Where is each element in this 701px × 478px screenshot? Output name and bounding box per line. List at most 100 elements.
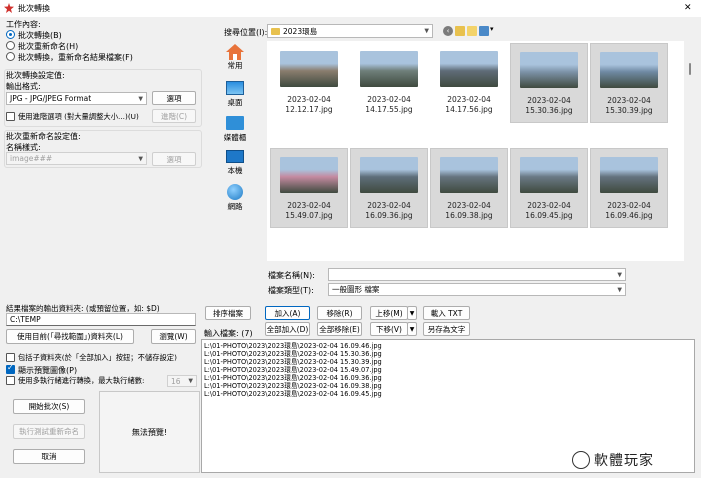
radio-batch-convert-label: 批次轉換(B) <box>18 31 62 40</box>
thumbnail-filename: 16.09.38.jpg <box>445 211 493 220</box>
output-folder-input[interactable]: C:\TEMP <box>6 313 196 326</box>
list-item[interactable]: L:\01-PHOTO\2023\2023環島\2023-02-04 15.30… <box>204 350 692 358</box>
move-down-button[interactable]: 下移(V) <box>370 322 408 336</box>
file-thumbnail[interactable]: 2023-02-04 14.17.55.jpg <box>350 43 428 123</box>
file-thumbnail[interactable]: 2023-02-04 15.30.39.jpg <box>590 43 668 123</box>
network-icon <box>227 184 243 200</box>
place-computer[interactable]: 本機 <box>209 150 261 176</box>
close-icon[interactable]: ✕ <box>684 3 692 13</box>
library-icon <box>226 116 244 130</box>
remove-button[interactable]: 移除(R) <box>317 306 362 320</box>
look-in-value: 2023環島 <box>283 26 318 36</box>
thread-count-select[interactable]: 16 ▼ <box>167 375 197 387</box>
thumbnail-caption: 2023-02-04 15.49.07.jpg <box>285 201 332 221</box>
file-thumbnail[interactable]: 2023-02-04 12.12.17.jpg <box>270 43 348 123</box>
watermark-logo-icon <box>572 451 590 469</box>
list-item[interactable]: L:\01-PHOTO\2023\2023環島\2023-02-04 16.09… <box>204 382 692 390</box>
file-thumbnail[interactable]: 2023-02-04 16.09.36.jpg <box>350 148 428 228</box>
thumbnail-filename: 16.09.46.jpg <box>605 211 653 220</box>
remove-all-button[interactable]: 全部移除(E) <box>317 322 362 336</box>
thumbnail-image <box>360 157 418 193</box>
filetype-label: 檔案類型(T): <box>268 286 314 295</box>
file-thumbnail[interactable]: 2023-02-04 16.09.46.jpg <box>590 148 668 228</box>
file-thumbnail[interactable]: 2023-02-04 16.09.38.jpg <box>430 148 508 228</box>
thumbnail-caption: 2023-02-04 16.09.46.jpg <box>605 201 652 221</box>
add-button[interactable]: 加入(A) <box>265 306 310 320</box>
thumbnail-image <box>520 52 578 88</box>
thumbnail-filename: 15.49.07.jpg <box>285 211 333 220</box>
rename-options-button[interactable]: 選項 <box>152 152 196 166</box>
radio-batch-rename[interactable] <box>6 41 15 50</box>
name-pattern-select[interactable]: image### ▼ <box>6 152 147 165</box>
file-thumbnail[interactable]: 2023-02-04 14.17.56.jpg <box>430 43 508 123</box>
move-down-dropdown[interactable]: ▼ <box>407 322 417 336</box>
file-view[interactable]: 2023-02-04 12.12.17.jpg 2023-02-04 14.17.55… <box>267 41 684 261</box>
radio-convert-and-rename[interactable] <box>6 52 15 61</box>
add-all-button[interactable]: 全部加入(D) <box>265 322 310 336</box>
thumbnail-date: 2023-02-04 <box>447 95 491 104</box>
advanced-button[interactable]: 進階(C) <box>152 109 196 123</box>
back-icon[interactable]: ‹ <box>443 26 453 36</box>
move-up-dropdown[interactable]: ▼ <box>407 306 417 320</box>
view-menu-icon[interactable] <box>479 26 489 36</box>
thread-count-value: 16 <box>171 376 181 386</box>
advanced-options-label: 使用進階選項 (對大量調整大小...)(U) <box>18 112 139 121</box>
list-item[interactable]: L:\01-PHOTO\2023\2023環島\2023-02-04 15.49… <box>204 366 692 374</box>
thumbnail-image <box>440 51 498 87</box>
thumbnail-date: 2023-02-04 <box>447 201 491 210</box>
place-network[interactable]: 網路 <box>209 184 261 212</box>
advanced-options-checkbox[interactable] <box>6 112 15 121</box>
scrollbar-thumb[interactable] <box>689 63 691 75</box>
radio-batch-convert[interactable] <box>6 30 15 39</box>
new-folder-icon[interactable] <box>467 26 477 36</box>
save-as-text-button[interactable]: 另存為文字 <box>423 322 470 336</box>
thumbnail-image <box>280 51 338 87</box>
chevron-down-icon: ▼ <box>138 155 143 162</box>
radio-convert-and-rename-label: 批次轉換，重新命名結果檔案(F) <box>18 53 133 62</box>
move-up-button[interactable]: 上移(M) <box>370 306 408 320</box>
list-item[interactable]: L:\01-PHOTO\2023\2023環島\2023-02-04 16.09… <box>204 374 692 382</box>
look-in-select[interactable]: 2023環島 ▼ <box>267 24 433 38</box>
list-item[interactable]: L:\01-PHOTO\2023\2023環島\2023-02-04 15.30… <box>204 358 692 366</box>
include-subfolders-label: 包括子資料夾(於「全部加入」按鈕；不儲存設定) <box>18 353 177 362</box>
thumbnail-date: 2023-02-04 <box>367 201 411 210</box>
thumbnail-date: 2023-02-04 <box>287 95 331 104</box>
output-folder-value: C:\TEMP <box>10 315 41 324</box>
sort-files-button[interactable]: 排序檔案 <box>205 306 251 320</box>
place-desktop[interactable]: 桌面 <box>209 81 261 108</box>
desktop-icon <box>226 81 244 95</box>
thumbnail-caption: 2023-02-04 16.09.45.jpg <box>525 201 572 221</box>
output-format-select[interactable]: JPG - JPG/JPEG Format ▼ <box>6 92 147 105</box>
file-thumbnail[interactable]: 2023-02-04 15.49.07.jpg <box>270 148 348 228</box>
scrollbar[interactable] <box>686 41 694 261</box>
chevron-down-icon: ▼ <box>617 271 622 278</box>
show-preview-checkbox[interactable] <box>6 363 15 374</box>
file-thumbnail[interactable]: 2023-02-04 16.09.45.jpg <box>510 148 588 228</box>
thumbnail-filename: 16.09.45.jpg <box>525 211 573 220</box>
use-current-folder-button[interactable]: 使用目前(「尋找範圍」)資料夾(L) <box>6 329 134 344</box>
place-computer-label: 本機 <box>227 166 243 175</box>
browse-button[interactable]: 瀏覽(W) <box>151 329 196 344</box>
include-subfolders-checkbox[interactable] <box>6 353 15 362</box>
up-folder-icon[interactable] <box>455 26 465 36</box>
file-thumbnail[interactable]: 2023-02-04 15.30.36.jpg <box>510 43 588 123</box>
place-home[interactable]: 常用 <box>209 44 261 71</box>
filename-input[interactable]: ▼ <box>328 268 626 281</box>
format-options-button[interactable]: 選項 <box>152 91 196 105</box>
list-item[interactable]: L:\01-PHOTO\2023\2023環島\2023-02-04 16.09… <box>204 342 692 350</box>
load-txt-button[interactable]: 載入 TXT <box>423 306 470 320</box>
list-item[interactable]: L:\01-PHOTO\2023\2023環島\2023-02-04 16.09… <box>204 390 692 398</box>
thumbnail-image <box>360 51 418 87</box>
test-rename-button[interactable]: 執行測試重新命名 <box>13 424 85 439</box>
title-bar: 批次轉換 ✕ <box>0 0 701 17</box>
work-group-label: 工作內容: <box>6 20 41 29</box>
place-library[interactable]: 媒體櫃 <box>209 116 261 143</box>
multithread-checkbox[interactable] <box>6 376 15 385</box>
start-batch-button[interactable]: 開始批次(S) <box>13 399 85 414</box>
filetype-select[interactable]: 一般圖形 檔案 ▼ <box>328 283 626 296</box>
cancel-button[interactable]: 取消 <box>13 449 85 464</box>
thumbnail-caption: 2023-02-04 14.17.55.jpg <box>365 95 412 115</box>
thumbnail-filename: 15.30.36.jpg <box>525 106 573 115</box>
thumbnail-filename: 12.12.17.jpg <box>285 105 333 114</box>
thumbnail-date: 2023-02-04 <box>607 96 651 105</box>
